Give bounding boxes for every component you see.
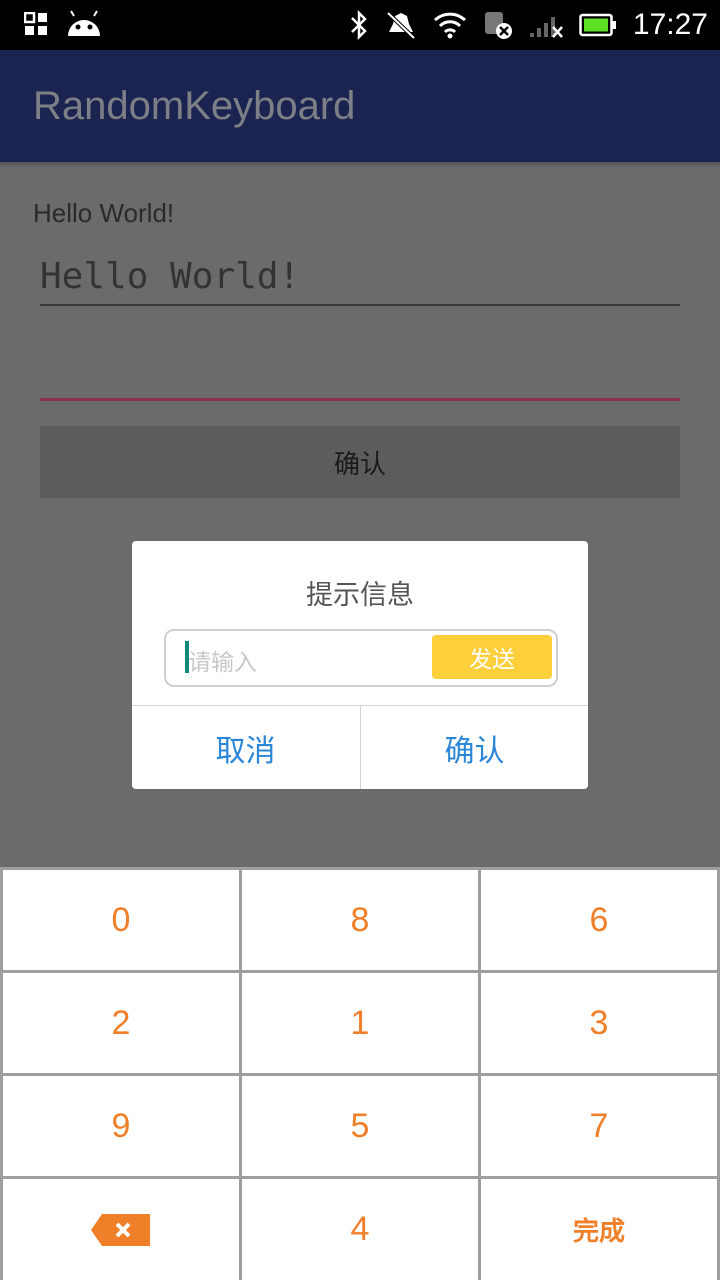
- key-digit[interactable]: 4: [242, 1179, 478, 1280]
- app-bar: RandomKeyboard: [0, 50, 720, 162]
- clock: 17:27: [632, 8, 708, 41]
- sim-icon: [484, 12, 512, 39]
- key-digit[interactable]: 0: [3, 870, 239, 970]
- key-digit[interactable]: 9: [3, 1076, 239, 1176]
- battery-icon: [579, 13, 616, 37]
- key-digit[interactable]: 5: [242, 1076, 478, 1176]
- key-digit[interactable]: 7: [481, 1076, 717, 1176]
- send-button[interactable]: 发送: [432, 635, 552, 679]
- text-field[interactable]: Hello World!: [40, 252, 680, 306]
- dialog-input[interactable]: 请输入 发送: [164, 629, 558, 687]
- mute-icon: [386, 11, 416, 40]
- app-title: RandomKeyboard: [33, 84, 356, 128]
- key-digit[interactable]: 3: [481, 973, 717, 1073]
- random-keyboard: 0 8 6 2 1 3 9 5 7 4 完成: [0, 867, 720, 1280]
- app-bar-shadow: [0, 162, 720, 168]
- signal-icon: [529, 17, 563, 38]
- bluetooth-icon: [351, 10, 367, 40]
- status-bar: 17:27: [0, 0, 720, 50]
- key-digit[interactable]: 6: [481, 870, 717, 970]
- confirm-button[interactable]: 确认: [40, 426, 680, 498]
- wifi-icon: [433, 12, 466, 39]
- key-digit[interactable]: 8: [242, 870, 478, 970]
- dialog-input-placeholder: 请输入: [188, 650, 257, 676]
- android-icon: [68, 10, 100, 36]
- dialog-title: 提示信息: [306, 580, 414, 611]
- password-field[interactable]: [40, 350, 680, 401]
- dialog-confirm-button[interactable]: 确认: [360, 706, 588, 789]
- backspace-icon: [91, 1213, 150, 1246]
- delete-key[interactable]: [3, 1179, 239, 1280]
- prompt-dialog: 提示信息 请输入 发送 取消 确认: [132, 541, 588, 789]
- done-key[interactable]: 完成: [481, 1179, 717, 1280]
- hello-label: Hello World!: [33, 198, 175, 228]
- key-digit[interactable]: 1: [242, 973, 478, 1073]
- cancel-button[interactable]: 取消: [132, 706, 359, 789]
- notification-grid-icon: [24, 12, 47, 35]
- key-digit[interactable]: 2: [3, 973, 239, 1073]
- text-field-value: Hello World!: [40, 256, 301, 297]
